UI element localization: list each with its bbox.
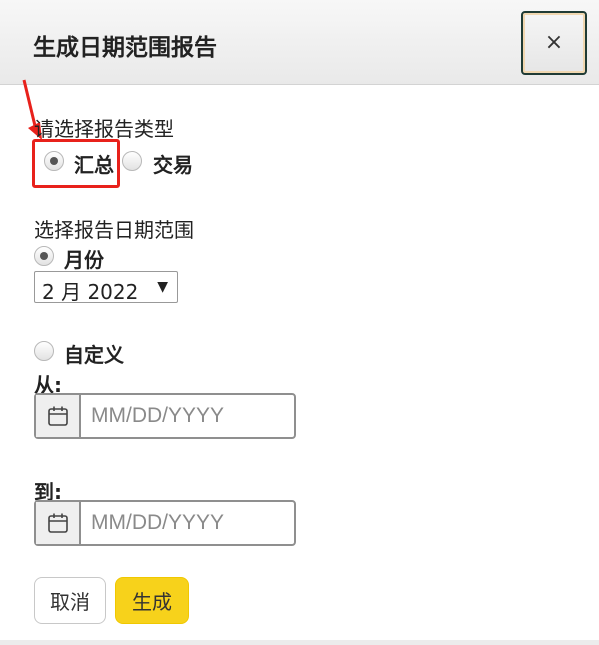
date-range-label: 选择报告日期范围	[34, 218, 194, 242]
from-date-input[interactable]	[91, 403, 286, 429]
report-dialog: 生成日期范围报告 × 请选择报告类型 汇总 交易 选择报告日期范围 月份 2 月…	[0, 0, 599, 640]
radio-transaction[interactable]	[122, 151, 142, 171]
radio-summary[interactable]	[44, 151, 64, 171]
dialog-title: 生成日期范围报告	[33, 35, 217, 61]
calendar-icon[interactable]	[36, 502, 81, 544]
report-type-label: 请选择报告类型	[34, 117, 174, 141]
calendar-icon[interactable]	[36, 395, 81, 437]
chevron-down-icon: ▼	[157, 279, 168, 295]
radio-summary-label[interactable]: 汇总	[74, 149, 114, 178]
cancel-button[interactable]: 取消	[34, 577, 106, 624]
radio-custom[interactable]	[34, 341, 54, 361]
month-select-value: 2 月 2022	[42, 280, 139, 304]
radio-month-label[interactable]: 月份	[64, 244, 104, 273]
from-date-field[interactable]	[34, 393, 296, 439]
month-select[interactable]: 2 月 2022 ▼	[34, 271, 178, 304]
to-date-field[interactable]	[34, 500, 296, 546]
close-button[interactable]: ×	[521, 11, 587, 75]
dialog-header: 生成日期范围报告 ×	[0, 0, 599, 85]
radio-custom-label[interactable]: 自定义	[64, 339, 124, 368]
to-date-input[interactable]	[91, 510, 286, 536]
close-icon: ×	[544, 30, 564, 55]
radio-month[interactable]	[34, 246, 54, 266]
generate-button[interactable]: 生成	[115, 577, 189, 624]
radio-transaction-label[interactable]: 交易	[153, 149, 193, 178]
